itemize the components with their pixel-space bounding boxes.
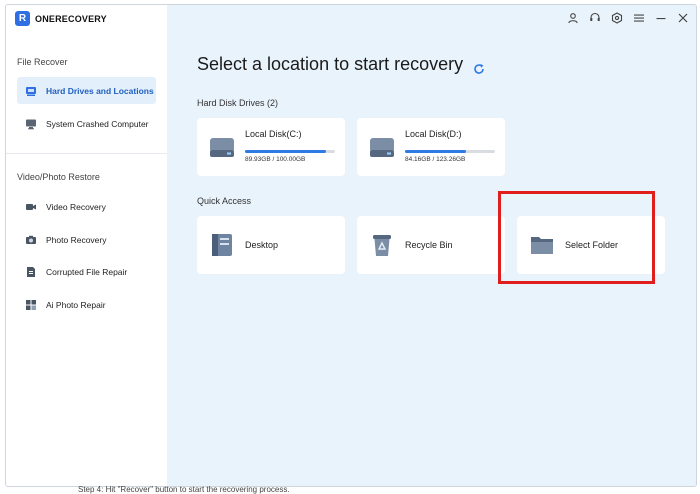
sidebar-item-photo-recovery[interactable]: Photo Recovery bbox=[17, 226, 156, 253]
disk-usage-fill bbox=[405, 150, 467, 153]
settings-icon[interactable] bbox=[610, 11, 624, 25]
disk-card-d[interactable]: Local Disk(D:) 84.16GB / 123.26GB bbox=[357, 118, 505, 176]
sidebar-item-label: Video Recovery bbox=[46, 201, 106, 212]
quick-access-label: Desktop bbox=[245, 240, 279, 250]
app-name: ONERECOVERY bbox=[35, 13, 107, 24]
support-icon[interactable] bbox=[588, 11, 602, 25]
app-logo: R ONERECOVERY bbox=[15, 11, 107, 26]
page-title: Select a location to start recovery bbox=[197, 54, 485, 75]
logo-icon: R bbox=[15, 11, 30, 26]
hard-disk-icon bbox=[209, 136, 235, 165]
disk-size: 84.16GB / 123.26GB bbox=[405, 156, 466, 163]
main-panel: Select a location to start recovery Hard… bbox=[167, 5, 696, 486]
computer-icon bbox=[25, 118, 37, 130]
sidebar-item-label: Ai Photo Repair bbox=[46, 299, 106, 310]
photo-repair-icon bbox=[25, 299, 37, 311]
disk-card-c[interactable]: Local Disk(C:) 89.93GB / 100.00GB bbox=[197, 118, 345, 176]
disk-usage-fill bbox=[245, 150, 326, 153]
page-title-text: Select a location to start recovery bbox=[197, 54, 464, 74]
hard-drive-icon bbox=[25, 85, 37, 97]
sidebar-divider bbox=[6, 153, 167, 154]
camera-icon bbox=[25, 234, 37, 246]
sidebar-item-file-repair[interactable]: Corrupted File Repair bbox=[17, 258, 156, 285]
recycle-bin-icon bbox=[369, 232, 395, 263]
titlebar-controls bbox=[566, 11, 690, 25]
quick-access-recycle-bin[interactable]: Recycle Bin bbox=[357, 216, 505, 274]
disk-size: 89.93GB / 100.00GB bbox=[245, 156, 306, 163]
refresh-icon[interactable] bbox=[473, 59, 485, 74]
quick-access-desktop[interactable]: Desktop bbox=[197, 216, 345, 274]
menu-icon[interactable] bbox=[632, 11, 646, 25]
sidebar-item-label: System Crashed Computer bbox=[46, 118, 149, 129]
sidebar-item-ai-photo-repair[interactable]: Ai Photo Repair bbox=[17, 291, 156, 318]
sidebar: R ONERECOVERY File Recover Hard Drives a… bbox=[6, 5, 167, 486]
disk-usage-bar bbox=[245, 150, 335, 153]
quick-access-select-folder[interactable]: Select Folder bbox=[517, 216, 665, 274]
disk-name: Local Disk(C:) bbox=[245, 129, 302, 139]
folder-icon bbox=[529, 232, 555, 263]
quick-access-label: Recycle Bin bbox=[405, 240, 453, 250]
close-icon[interactable] bbox=[676, 11, 690, 25]
media-restore-title: Video/Photo Restore bbox=[17, 172, 100, 182]
sidebar-item-hard-drives[interactable]: Hard Drives and Locations bbox=[17, 77, 156, 104]
video-icon bbox=[25, 201, 37, 213]
quick-access-label: Select Folder bbox=[565, 240, 619, 250]
sidebar-item-video-recovery[interactable]: Video Recovery bbox=[17, 193, 156, 220]
user-icon[interactable] bbox=[566, 11, 580, 25]
sidebar-item-system-crashed[interactable]: System Crashed Computer bbox=[17, 110, 156, 137]
sidebar-item-label: Photo Recovery bbox=[46, 234, 107, 245]
sidebar-item-label: Corrupted File Repair bbox=[46, 266, 128, 277]
hard-disk-title: Hard Disk Drives (2) bbox=[197, 98, 279, 108]
quick-access-title: Quick Access bbox=[197, 196, 252, 206]
sidebar-item-label: Hard Drives and Locations bbox=[46, 85, 154, 96]
file-recover-title: File Recover bbox=[17, 57, 68, 67]
app-window: R ONERECOVERY File Recover Hard Drives a… bbox=[5, 4, 697, 487]
desktop-icon bbox=[209, 232, 235, 263]
disk-name: Local Disk(D:) bbox=[405, 129, 462, 139]
hard-disk-icon bbox=[369, 136, 395, 165]
file-repair-icon bbox=[25, 266, 37, 278]
minimize-icon[interactable] bbox=[654, 11, 668, 25]
disk-usage-bar bbox=[405, 150, 495, 153]
